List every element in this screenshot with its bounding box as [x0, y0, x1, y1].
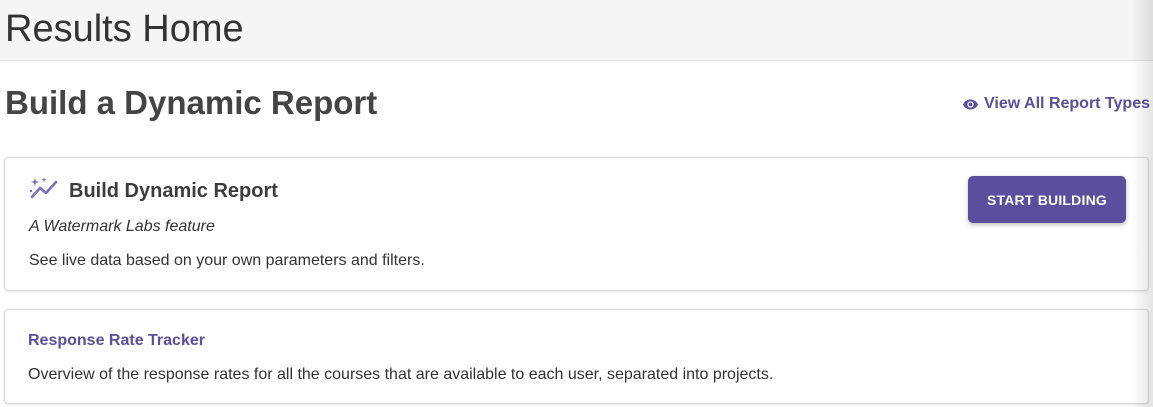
dynamic-report-title: Build Dynamic Report: [69, 179, 278, 202]
dynamic-report-card: Build Dynamic Report A Watermark Labs fe…: [4, 157, 1149, 291]
response-rate-tracker-description: Overview of the response rates for all t…: [28, 366, 774, 383]
start-building-button[interactable]: START BUILDING: [968, 176, 1126, 223]
response-rate-tracker-link[interactable]: Response Rate Tracker: [28, 332, 205, 350]
card-title-row: Build Dynamic Report: [29, 176, 278, 205]
sparkle-trend-icon: [29, 176, 59, 205]
view-all-report-types-link[interactable]: View All Report Types: [963, 95, 1150, 113]
response-rate-tracker-card: Response Rate Tracker Overview of the re…: [4, 309, 1149, 404]
eye-icon: [963, 99, 979, 110]
view-all-label: View All Report Types: [984, 95, 1150, 112]
page-header: Results Home: [0, 0, 1153, 61]
section-heading: Build a Dynamic Report: [5, 84, 378, 121]
dynamic-report-subtitle: A Watermark Labs feature: [29, 218, 215, 235]
dynamic-report-description: See live data based on your own paramete…: [29, 252, 425, 269]
page-title: Results Home: [5, 8, 244, 50]
